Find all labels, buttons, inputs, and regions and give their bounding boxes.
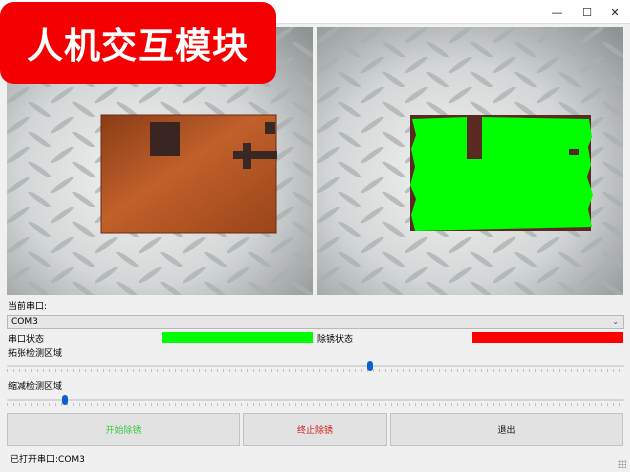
slider-thumb[interactable] — [62, 395, 68, 405]
status-message: 已打开串口:COM3 — [10, 455, 85, 465]
slider-track — [7, 365, 624, 367]
shrink-region-label: 缩减检测区域 — [8, 382, 63, 392]
module-title-banner: 人机交互模块 — [0, 2, 276, 84]
start-derust-button[interactable]: 开始除锈 — [7, 413, 240, 446]
chevron-down-icon[interactable]: ⌄ — [612, 317, 619, 326]
slider-thumb[interactable] — [367, 361, 373, 371]
slider-ticks — [7, 369, 624, 372]
expand-region-label: 拓张检测区域 — [8, 349, 63, 359]
detection-image-view — [317, 27, 623, 295]
current-port-label: 当前串口: — [8, 302, 48, 312]
port-select[interactable]: COM3 ⌄ — [7, 315, 624, 329]
rust-status-indicator — [472, 332, 623, 343]
port-select-value: COM3 — [11, 317, 38, 327]
exit-button[interactable]: 退出 — [390, 413, 623, 446]
expand-region-slider[interactable] — [7, 361, 624, 372]
shrink-region-slider[interactable] — [7, 395, 624, 406]
maximize-button[interactable]: ☐ — [572, 0, 602, 24]
close-button[interactable]: ✕ — [600, 0, 630, 24]
stop-derust-button[interactable]: 终止除锈 — [243, 413, 387, 446]
slider-track — [7, 399, 624, 401]
port-status-indicator — [162, 332, 313, 343]
slider-ticks — [7, 403, 624, 406]
rust-status-label: 除锈状态 — [317, 335, 354, 345]
detection-image — [317, 27, 623, 295]
minimize-button[interactable]: — — [542, 0, 572, 24]
resize-grip-icon[interactable] — [618, 460, 626, 468]
port-status-label: 串口状态 — [8, 335, 45, 345]
